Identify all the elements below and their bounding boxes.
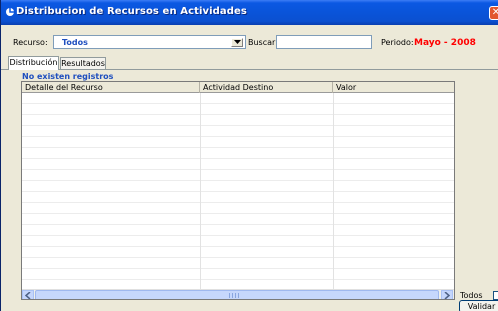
periodo-label: Periodo: — [381, 38, 414, 47]
buscar-label: Buscar: — [248, 38, 278, 47]
column-header-detalle[interactable]: Detalle del Recurso — [22, 82, 200, 93]
recurso-label: Recurso: — [13, 38, 48, 47]
scroll-right-icon[interactable] — [441, 290, 453, 299]
data-grid[interactable]: Detalle del Recurso Actividad Destino Va… — [21, 81, 455, 300]
filter-toolbar: Recurso: Todos Buscar: Periodo: Mayo - 2… — [1, 25, 498, 58]
todos-label: Todos — [460, 291, 483, 300]
tab-divider — [1, 69, 498, 70]
column-divider — [333, 93, 334, 289]
tab-distribucion[interactable]: Distribución — [8, 56, 59, 70]
window-title: Distribucion de Recursos en Actividades — [16, 6, 247, 17]
scroll-left-icon[interactable] — [22, 290, 34, 299]
empty-notice: No existen registros — [22, 72, 114, 81]
column-header-actividad[interactable]: Actividad Destino — [200, 82, 333, 93]
column-header-valor[interactable]: Valor — [333, 82, 454, 93]
distribucion-window: Distribucion de Recursos en Actividades … — [0, 0, 498, 311]
recurso-selected-value: Todos — [62, 38, 88, 47]
column-divider — [200, 93, 201, 289]
todos-checkbox[interactable] — [493, 291, 498, 300]
validar-button[interactable]: Validar — [459, 300, 498, 311]
recurso-select[interactable]: Todos — [53, 35, 246, 49]
close-icon[interactable]: ✕ — [489, 6, 498, 20]
search-input[interactable] — [276, 35, 372, 49]
tab-strip: Distribución Resultados — [1, 56, 498, 70]
scroll-grip-icon — [229, 293, 239, 298]
window-icon — [5, 7, 15, 17]
periodo-value: Mayo - 2008 — [414, 38, 476, 48]
title-bar[interactable]: Distribucion de Recursos en Actividades … — [1, 0, 498, 25]
horizontal-scrollbar[interactable] — [22, 289, 454, 299]
grid-header: Detalle del Recurso Actividad Destino Va… — [22, 82, 454, 93]
scroll-thumb[interactable] — [35, 290, 439, 299]
grid-body[interactable] — [22, 93, 454, 289]
dropdown-arrow-icon[interactable] — [231, 38, 243, 47]
